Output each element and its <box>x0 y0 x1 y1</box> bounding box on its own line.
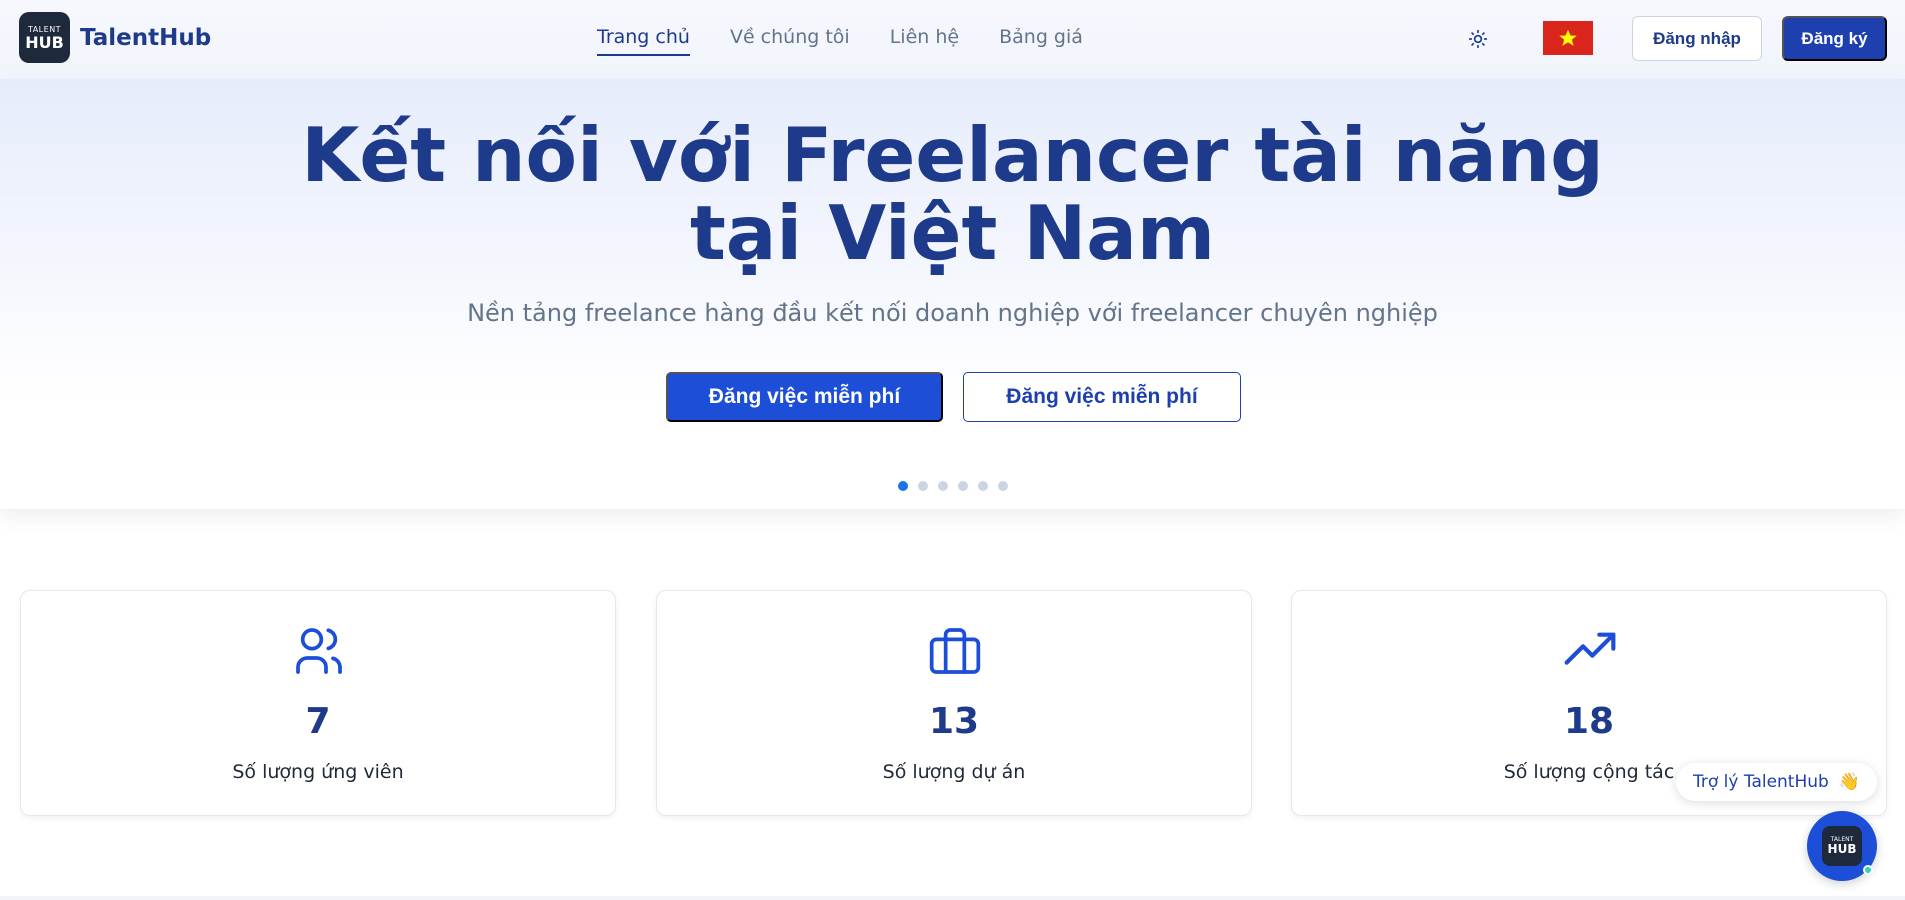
carousel-dot-4[interactable] <box>958 481 968 491</box>
wave-hand-icon: 👋 <box>1838 772 1860 792</box>
carousel-dot-6[interactable] <box>998 481 1008 491</box>
hero-subtitle: Nền tảng freelance hàng đầu kết nối doan… <box>467 299 1438 327</box>
stat-value: 18 <box>1563 701 1615 742</box>
carousel-dot-3[interactable] <box>938 481 948 491</box>
hero-title: Kết nối với Freelancer tài năng tại Việt… <box>0 116 1905 272</box>
logo-line2: HUB <box>25 32 64 52</box>
logo-line2: HUB <box>1827 842 1857 856</box>
chat-launcher-button[interactable]: TALENT HUB <box>1807 811 1877 881</box>
brand-name: TalentHub <box>80 24 212 51</box>
carousel-dot-1[interactable] <box>898 481 908 491</box>
sun-icon <box>1468 29 1488 49</box>
briefcase-icon <box>929 628 981 674</box>
stat-label: Số lượng dự án <box>882 761 1026 783</box>
trending-up-icon <box>1564 632 1616 665</box>
language-flag-vietnam[interactable] <box>1543 21 1593 55</box>
stat-label: Số lượng ứng viên <box>232 761 404 783</box>
stat-card-projects: 13 Số lượng dự án <box>656 590 1252 816</box>
hero-banner: Kết nối với Freelancer tài năng tại Việt… <box>0 79 1905 509</box>
stat-value: 7 <box>305 701 331 742</box>
carousel-dot-5[interactable] <box>978 481 988 491</box>
post-job-primary-button[interactable]: Đăng việc miễn phí <box>666 372 943 422</box>
hero-title-line1: Kết nối với Freelancer tài năng <box>301 111 1604 199</box>
nav-item-about[interactable]: Về chúng tôi <box>730 26 850 56</box>
top-navbar: TALENT HUB TalentHub Trang chủ Về chúng … <box>0 0 1905 79</box>
nav-item-home[interactable]: Trang chủ <box>597 26 690 56</box>
signup-button[interactable]: Đăng ký <box>1782 16 1887 61</box>
carousel-dot-2[interactable] <box>918 481 928 491</box>
assistant-label: Trợ lý TalentHub <box>1693 772 1829 792</box>
hero-title-line2: tại Việt Nam <box>689 189 1216 277</box>
stat-card-candidates: 7 Số lượng ứng viên <box>20 590 616 816</box>
carousel-dots <box>898 481 1008 491</box>
talenthub-logo: TALENT HUB <box>19 12 70 63</box>
nav-item-pricing[interactable]: Bảng giá <box>999 26 1083 56</box>
nav-item-contact[interactable]: Liên hệ <box>890 26 959 56</box>
users-icon <box>296 628 342 674</box>
talenthub-logo: TALENT HUB <box>1822 826 1862 866</box>
theme-toggle-button[interactable] <box>1463 24 1493 54</box>
main-nav: Trang chủ Về chúng tôi Liên hệ Bảng giá <box>597 26 1083 56</box>
online-status-dot <box>1863 865 1873 875</box>
star-icon <box>1559 29 1577 46</box>
post-job-secondary-button[interactable]: Đăng việc miễn phí <box>963 372 1241 422</box>
assistant-chat-bubble[interactable]: Trợ lý TalentHub 👋 <box>1676 763 1877 801</box>
stat-value: 13 <box>928 701 980 742</box>
section-divider <box>0 896 1905 900</box>
login-button[interactable]: Đăng nhập <box>1632 16 1762 61</box>
brand[interactable]: TALENT HUB TalentHub <box>19 12 211 63</box>
